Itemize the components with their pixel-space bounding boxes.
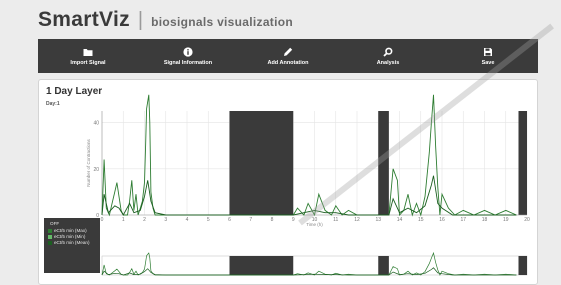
x-tick-label: 18 — [482, 217, 488, 223]
x-tick-label: 7 — [249, 217, 252, 223]
x-tick-label: 6 — [228, 217, 231, 223]
x-tick-label: 4 — [186, 217, 189, 223]
x-tick-label: 14 — [397, 217, 403, 223]
x-tick-label: 1 — [122, 217, 125, 223]
x-tick-label: 12 — [354, 217, 360, 223]
legend-label-max: eCt/5 min (Max) — [54, 228, 87, 233]
legend-swatch-min — [48, 234, 52, 239]
x-tick-label: 16 — [439, 217, 445, 223]
legend-swatch-mean — [48, 240, 52, 245]
off-period-block — [378, 111, 389, 215]
x-tick-label: 11 — [333, 217, 338, 223]
x-axis-label: Time (h) — [306, 222, 323, 227]
off-period-block — [518, 111, 527, 215]
overview-frame — [101, 255, 528, 276]
legend[interactable]: OFF eCt/5 min (Max) eCt/5 min (Min) eCt/… — [44, 218, 100, 273]
legend-item-max[interactable]: eCt/5 min (Max) — [48, 228, 96, 233]
x-tick-label: 9 — [292, 217, 295, 223]
x-tick-label: 8 — [271, 217, 274, 223]
x-tick-label: 5 — [207, 217, 210, 223]
legend-item-mean[interactable]: eCt/5 min (Mean) — [48, 240, 96, 245]
y-tick-label: 20 — [93, 167, 99, 173]
overview-off-block — [378, 256, 389, 275]
legend-item-min[interactable]: eCt/5 min (Min) — [48, 234, 96, 239]
x-tick-label: 19 — [503, 217, 509, 223]
legend-header: OFF — [50, 221, 60, 226]
x-tick-label: 13 — [375, 217, 381, 223]
series-line — [101, 175, 517, 216]
legend-swatch-max — [48, 228, 52, 233]
legend-label-mean: eCt/5 min (Mean) — [54, 240, 90, 245]
off-period-block — [229, 111, 294, 215]
y-axis-label: Number of Contractions — [86, 138, 91, 186]
overview-off-block — [518, 256, 527, 275]
series-line — [101, 94, 517, 217]
x-tick-label: 17 — [460, 217, 466, 223]
x-tick-label: 15 — [418, 217, 424, 223]
x-tick-label: 2 — [143, 217, 146, 223]
x-tick-label: 3 — [164, 217, 167, 223]
y-tick-label: 40 — [93, 121, 99, 127]
legend-label-min: eCt/5 min (Min) — [54, 234, 86, 239]
x-tick-label: 20 — [524, 217, 530, 223]
overview-off-block — [229, 256, 294, 275]
x-tick-label: 0 — [101, 217, 104, 223]
